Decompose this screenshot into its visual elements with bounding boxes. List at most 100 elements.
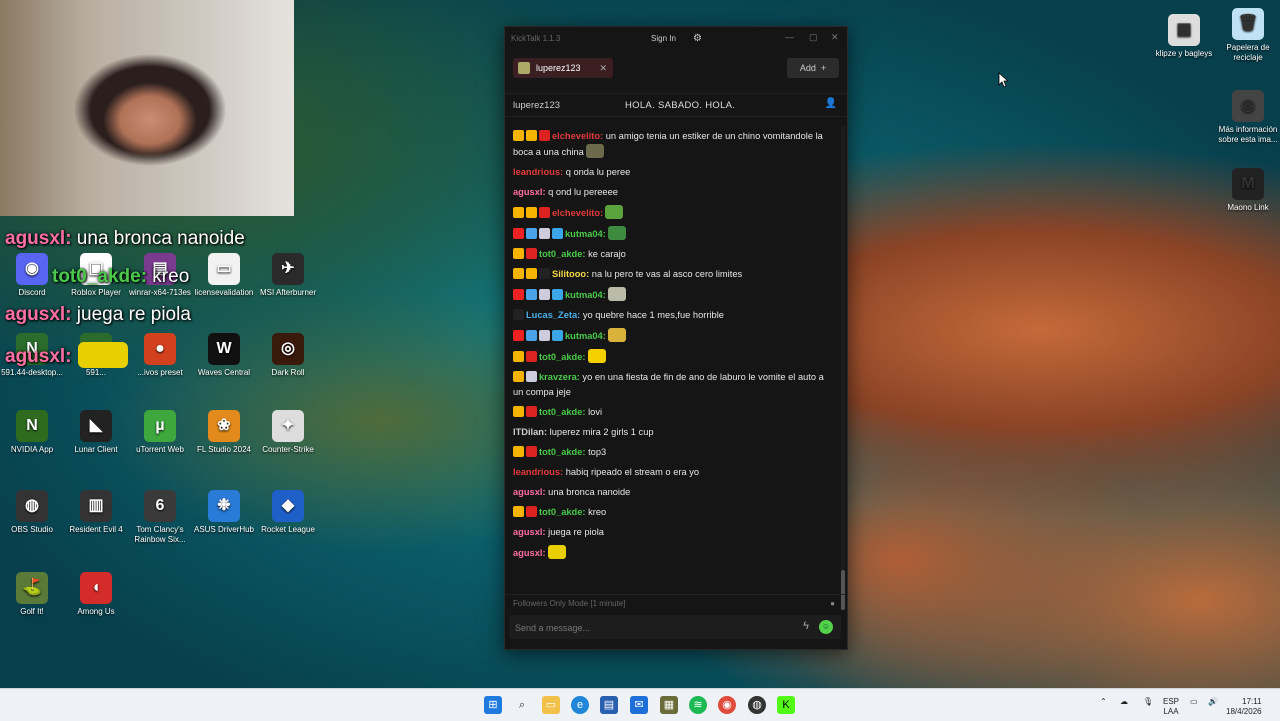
chat-username[interactable]: agusxl: — [513, 487, 546, 497]
chat-text: yo quebre hace 1 mes,fue horrible — [580, 310, 724, 320]
desktop-icon[interactable]: ✦ Counter-Strike — [256, 410, 320, 455]
chat-username[interactable]: tot0_akde: — [539, 407, 586, 417]
chat-text: lovi — [585, 407, 603, 417]
store-icon[interactable]: ▤ — [600, 696, 618, 714]
tab-luperez123[interactable]: luperez123 ✕ — [513, 58, 613, 78]
emote-picker-icon[interactable]: ϟ — [803, 620, 809, 632]
desktop-icon[interactable]: ❉ ASUS DriverHub — [192, 490, 256, 535]
badge-icon — [513, 248, 524, 259]
sign-in-button[interactable]: Sign In — [651, 34, 676, 43]
chat-username[interactable]: kutma04: — [565, 331, 606, 341]
chat-username[interactable]: elchevelito: — [552, 131, 603, 141]
chat-username[interactable]: leandrious: — [513, 467, 563, 477]
desktop-icon-label: OBS Studio — [11, 525, 53, 534]
chat-text: top3 — [585, 447, 607, 457]
chat-username[interactable]: ITDilan: — [513, 427, 547, 437]
desktop-icon[interactable]: ◍ OBS Studio — [0, 490, 64, 535]
chat-username[interactable]: leandrious: — [513, 167, 563, 177]
desktop-icon[interactable]: N NVIDIA App — [0, 410, 64, 455]
desktop-icon-label: Among Us — [77, 607, 115, 616]
gear-icon[interactable]: ⚙ — [693, 33, 702, 44]
chat-text: q onda lu peree — [563, 167, 631, 177]
desktop-icon[interactable]: ❀ FL Studio 2024 — [192, 410, 256, 455]
chat-username[interactable]: agusxl: — [513, 187, 546, 197]
desktop-icon[interactable]: ◣ Lunar Client — [64, 410, 128, 455]
desktop-icon-label: uTorrent Web — [136, 445, 184, 454]
badge-icon — [539, 130, 550, 141]
chat-username[interactable]: Silitooo: — [552, 269, 589, 279]
chat-message: kutma04: — [505, 325, 839, 346]
user-list-icon[interactable]: 👤 — [825, 98, 837, 109]
send-emoji-icon[interactable]: ☺ — [819, 620, 833, 634]
chat-username[interactable]: agusxl: — [513, 527, 546, 537]
add-button[interactable]: Add + — [787, 58, 839, 78]
chat-username[interactable]: kravzera: — [539, 372, 580, 382]
desktop-icon[interactable]: µ uTorrent Web — [128, 410, 192, 455]
badge-icon — [513, 351, 524, 362]
clock[interactable]: 17:11 18/4/2026 — [1226, 697, 1262, 717]
badge-icon — [513, 228, 524, 239]
mic-icon[interactable]: 🎙 — [1143, 697, 1153, 706]
file-explorer-icon[interactable]: ▭ — [542, 696, 560, 714]
desktop-icon[interactable]: ◎ Más información sobre esta ima... — [1216, 90, 1280, 145]
desktop-icon[interactable]: ▦ klipze y bagleys — [1152, 14, 1216, 59]
desktop-icon-label: NVIDIA App — [10, 445, 54, 454]
desktop-icon-label: Tom Clancy's Rainbow Six... — [134, 525, 186, 544]
desktop-icon-label: 591.44-desktop... — [1, 368, 63, 377]
message-input[interactable] — [513, 618, 767, 638]
chat-username[interactable]: agusxl: — [513, 548, 546, 558]
desktop-icon-label: winrar-x64-713es — [129, 288, 191, 297]
obs-icon[interactable]: ◍ — [748, 696, 766, 714]
badge-icon — [526, 130, 537, 141]
chat-username[interactable]: kutma04: — [565, 229, 606, 239]
chat-scrollbar[interactable] — [841, 126, 845, 610]
onedrive-icon[interactable]: ☁ — [1120, 697, 1128, 706]
desktop-icon[interactable]: ◖ Among Us — [64, 572, 128, 617]
chrome-icon[interactable]: ◉ — [718, 696, 736, 714]
desktop-icon[interactable]: ◆ Rocket League — [256, 490, 320, 535]
chat-message: Lucas_Zeta: yo quebre hace 1 mes,fue hor… — [505, 305, 839, 325]
chat-username[interactable]: tot0_akde: — [539, 249, 586, 259]
search-icon[interactable]: ⌕ — [513, 696, 531, 714]
network-icon[interactable]: ▭ — [1190, 697, 1198, 706]
app-icon: ▥ — [80, 490, 112, 522]
desktop-icon-label: Rocket League — [261, 525, 315, 534]
desktop-icon[interactable]: ✈ MSI Afterburner — [256, 253, 320, 298]
chat-text: kreo — [585, 507, 607, 517]
badge-icon — [526, 330, 537, 341]
chat-username[interactable]: tot0_akde: — [539, 507, 586, 517]
desktop-icon[interactable]: M Maono Link — [1216, 168, 1280, 213]
start-icon[interactable]: ⊞ — [484, 696, 502, 714]
desktop-icon[interactable]: W Waves Central — [192, 333, 256, 378]
chat-username[interactable]: elchevelito: — [552, 208, 603, 218]
outlook-icon[interactable]: ✉ — [630, 696, 648, 714]
close-icon[interactable]: ✕ — [831, 32, 839, 43]
chat-username[interactable]: Lucas_Zeta: — [526, 310, 580, 320]
chevron-up-icon[interactable]: ⌃ — [1100, 697, 1107, 706]
minimize-icon[interactable]: — — [785, 32, 794, 42]
app-icon: ● — [144, 333, 176, 365]
volume-icon[interactable]: 🔊 — [1208, 697, 1218, 706]
overlay-chat-line: agusxl: juega re piola — [5, 304, 191, 326]
desktop-icon[interactable]: ⛳ Golf It! — [0, 572, 64, 617]
chat-username[interactable]: tot0_akde: — [539, 447, 586, 457]
desktop-icon[interactable]: ◎ Dark Roll — [256, 333, 320, 378]
desktop-icon[interactable]: ▭ licensevalidation — [192, 253, 256, 298]
info-icon[interactable]: ● — [830, 599, 835, 608]
kicktalk-taskbar-icon[interactable]: K — [777, 696, 795, 714]
spotify-icon[interactable]: ≋ — [689, 696, 707, 714]
desktop-icon[interactable]: 6 Tom Clancy's Rainbow Six... — [128, 490, 192, 545]
overlay-emote — [77, 342, 128, 368]
chat-username[interactable]: kutma04: — [565, 290, 606, 300]
pinned-message: HOLA. SABADO. HOLA. — [625, 100, 736, 111]
desktop-icon[interactable]: 🗑 Papelera de reciclaje — [1216, 8, 1280, 63]
desktop-icon[interactable]: ▥ Resident Evil 4 — [64, 490, 128, 535]
close-tab-icon[interactable]: ✕ — [599, 63, 607, 74]
edge-icon[interactable]: e — [571, 696, 589, 714]
app-icon[interactable]: ▦ — [660, 696, 678, 714]
chat-username[interactable]: tot0_akde: — [539, 352, 586, 362]
app-icon: 🗑 — [1232, 8, 1264, 40]
desktop-icon[interactable]: ● ...ivos preset — [128, 333, 192, 378]
language-indicator[interactable]: ESP LAA — [1163, 697, 1179, 717]
maximize-icon[interactable]: ▢ — [809, 32, 818, 43]
